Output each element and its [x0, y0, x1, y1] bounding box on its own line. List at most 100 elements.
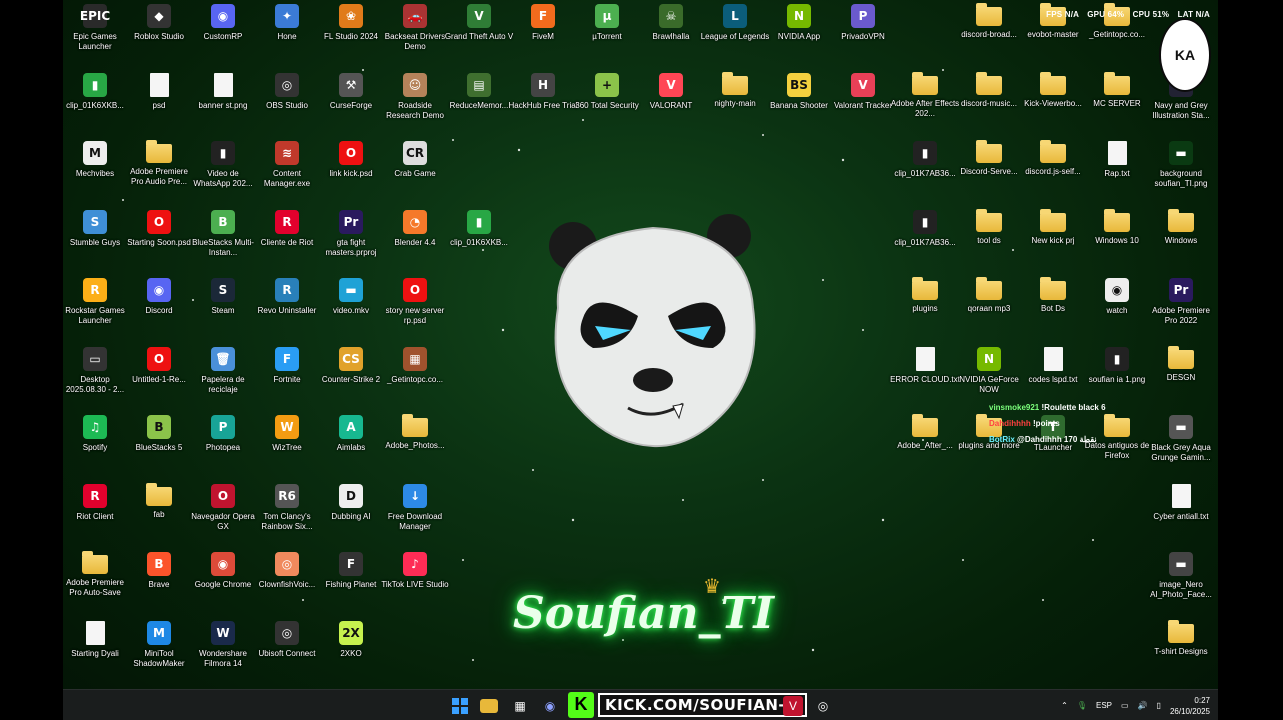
desktop-icon[interactable]: W WizTree — [255, 415, 319, 477]
language-indicator[interactable]: ESP — [1096, 701, 1112, 710]
desktop-icon[interactable]: ▮ clip_01K6XKB... — [447, 209, 511, 272]
desktop-icon[interactable]: qoraan mp3 — [957, 277, 1021, 340]
desktop-icon[interactable]: Adobe After Effects 202... — [891, 71, 959, 135]
desktop-icon[interactable]: discord-broad... — [957, 3, 1021, 66]
desktop-icon[interactable]: ◉ Google Chrome — [191, 552, 255, 614]
desktop-icon[interactable]: fab — [127, 482, 191, 546]
desktop-icon[interactable]: DESGN — [1149, 345, 1213, 409]
battery-icon[interactable]: ▯ — [1157, 701, 1161, 710]
desktop-icon[interactable]: Adobe_After_... — [893, 414, 957, 477]
desktop-icon[interactable]: CR Crab Game — [383, 141, 447, 203]
desktop-icon[interactable]: R Revo Uninstaller — [255, 278, 319, 340]
desktop-icon[interactable]: ▬ image_Nero AI_Photo_Face... — [1149, 552, 1213, 614]
desktop-icon[interactable]: Pr gta fight masters.prproj — [319, 209, 383, 272]
obs-taskbar-icon[interactable]: ◎ — [813, 696, 833, 716]
desktop-icon[interactable]: T-shirt Designs — [1149, 619, 1213, 683]
opera-gx-taskbar-icon[interactable]: V — [783, 696, 803, 716]
desktop-icon[interactable]: ♪ TikTok LIVE Studio — [381, 552, 449, 614]
desktop-icon[interactable]: L League of Legends — [701, 4, 769, 66]
desktop-icon[interactable]: O Untitled-1-Re... — [127, 346, 191, 409]
desktop-icon[interactable]: discord-music... — [957, 71, 1021, 135]
desktop-icon[interactable]: Cyber antiall.txt — [1149, 483, 1213, 546]
desktop-icon[interactable]: ◉ watch — [1085, 278, 1149, 340]
desktop-icon[interactable]: EPIC Epic Games Launcher — [63, 4, 127, 66]
desktop-icon[interactable]: tool ds — [957, 208, 1021, 272]
desktop-icon[interactable]: ☠ Brawlhalla — [639, 4, 703, 66]
desktop-icon[interactable]: O Starting Soon.psd — [127, 209, 191, 272]
desktop-icon[interactable]: ▬ Black Grey Aqua Grunge Gamin... — [1149, 415, 1213, 477]
desktop-icon[interactable]: New kick prj — [1021, 208, 1085, 272]
desktop-icon[interactable]: ▬ background soufian_TI.png — [1149, 141, 1213, 203]
microphone-icon[interactable]: 🎙 — [1077, 701, 1087, 710]
desktop-icon[interactable]: B Brave — [127, 552, 191, 614]
desktop-icon[interactable]: BS Banana Shooter — [767, 72, 831, 135]
desktop-icon[interactable]: W Wondershare Filmora 14 — [191, 620, 255, 683]
desktop-icon[interactable]: ≋ Content Manager.exe — [255, 141, 319, 203]
desktop-icon[interactable]: V Valorant Tracker — [831, 72, 895, 135]
desktop-icon[interactable]: Olink kick.psd — [319, 141, 383, 203]
desktop-icon[interactable]: Windows — [1149, 208, 1213, 272]
desktop-icon[interactable]: P Photopea — [191, 415, 255, 477]
desktop-icon[interactable]: ▭ Desktop 2025.08.30 - 2... — [63, 346, 127, 409]
desktop-icon[interactable]: ◎ Ubisoft Connect — [255, 620, 319, 683]
desktop-icon[interactable]: F Fortnite — [255, 346, 319, 409]
desktop-icon[interactable]: ↓ Free Download Manager — [383, 483, 447, 546]
desktop-icon[interactable]: Discord-Serve... — [957, 140, 1021, 203]
desktop-icon[interactable]: R Riot Client — [63, 483, 127, 546]
desktop-icon[interactable]: A Aimlabs — [319, 415, 383, 477]
desktop-icon[interactable]: Bot Ds — [1021, 277, 1085, 340]
desktop-icon[interactable]: banner st.png — [191, 72, 255, 135]
volume-icon[interactable]: 🔊 — [1138, 701, 1148, 710]
desktop-icon[interactable]: MC SERVER — [1085, 71, 1149, 135]
desktop-icon[interactable]: ▮ clip_01K6XKB... — [63, 72, 127, 135]
desktop-icon[interactable]: CS Counter-Strike 2 — [319, 346, 383, 409]
desktop-icon[interactable]: D Dubbing AI — [319, 483, 383, 546]
desktop-icon[interactable]: F Fishing Planet — [319, 552, 383, 614]
desktop-icon[interactable]: V Grand Theft Auto V — [445, 4, 513, 66]
desktop-icon[interactable]: ▤ ReduceMemor... — [447, 72, 511, 135]
desktop-icon[interactable]: 🚗 Backseat Drivers Demo — [383, 4, 447, 66]
desktop-icon[interactable]: psd — [127, 72, 191, 135]
desktop-icon[interactable]: S Stumble Guys — [63, 209, 127, 272]
desktop-icon[interactable]: Starting Dyali — [63, 620, 127, 683]
desktop-icon[interactable]: R6 Tom Clancy's Rainbow Six... — [255, 483, 319, 546]
desktop-icon[interactable]: Adobe Premiere Pro Audio Pre... — [127, 140, 191, 203]
desktop-icon[interactable]: ◎ OBS Studio — [255, 72, 319, 135]
desktop-icon[interactable]: discord.js-self... — [1021, 140, 1085, 203]
desktop-icon[interactable]: M MiniTool ShadowMaker — [127, 620, 191, 683]
desktop-icon[interactable]: ◔ Blender 4.4 — [383, 209, 447, 272]
desktop-icon[interactable]: V VALORANT — [639, 72, 703, 135]
desktop-icon[interactable]: ◉ CustomRP — [191, 4, 255, 66]
network-icon[interactable]: ▭ — [1121, 701, 1129, 710]
desktop-icon[interactable]: ✦ Hone — [255, 4, 319, 66]
desktop-icon[interactable]: Kick-Viewerbo... — [1021, 71, 1085, 135]
desktop-icon[interactable]: Pr Adobe Premiere Pro 2022 — [1149, 278, 1213, 340]
desktop-icon[interactable]: 2X 2XKO — [319, 620, 383, 683]
desktop-icon[interactable]: N NVIDIA App — [767, 4, 831, 66]
desktop-icon[interactable]: +360 Total Security — [575, 72, 639, 135]
desktop-icon[interactable]: Rap.txt — [1085, 141, 1149, 203]
desktop-icon[interactable]: plugins — [893, 277, 957, 340]
desktop-icon[interactable]: B BlueStacks Multi-Instan... — [191, 209, 255, 272]
desktop-icon[interactable]: ❀ FL Studio 2024 — [319, 4, 383, 66]
desktop-icon[interactable]: ▮ clip_01K7AB36... — [893, 141, 957, 203]
desktop-icon[interactable]: P PrivadoVPN — [831, 4, 895, 66]
desktop-icon[interactable]: S Steam — [191, 278, 255, 340]
discord-taskbar-icon[interactable]: ◉ — [540, 696, 560, 716]
desktop-icon[interactable]: µ µTorrent — [575, 4, 639, 66]
desktop-icon[interactable]: B BlueStacks 5 — [127, 415, 191, 477]
desktop-icon[interactable]: O Navegador Opera GX — [191, 483, 255, 546]
clock[interactable]: 0:27 26/10/2025 — [1170, 695, 1210, 717]
desktop-icon[interactable]: ◆ Roblox Studio — [127, 4, 191, 66]
desktop-icon[interactable]: nighty-main — [703, 71, 767, 135]
desktop[interactable]: EPIC Epic Games Launcher ◆ Roblox Studio ◉ Cu… — [63, 0, 1218, 720]
desktop-icon[interactable]: ⚒ CurseForge — [319, 72, 383, 135]
desktop-icon[interactable]: ERROR CLOUD.txt — [890, 346, 960, 409]
desktop-icon[interactable]: Windows 10 — [1085, 208, 1149, 272]
desktop-icon[interactable]: ♫ Spotify — [63, 415, 127, 477]
desktop-icon[interactable]: Adobe_Photos... — [383, 414, 447, 477]
start-button[interactable] — [450, 696, 470, 716]
desktop-icon[interactable]: ▮ Video de WhatsApp 202... — [191, 141, 255, 203]
desktop-icon[interactable]: ☺ Roadside Research Demo — [383, 72, 447, 135]
desktop-icon[interactable]: R Rockstar Games Launcher — [63, 278, 127, 340]
